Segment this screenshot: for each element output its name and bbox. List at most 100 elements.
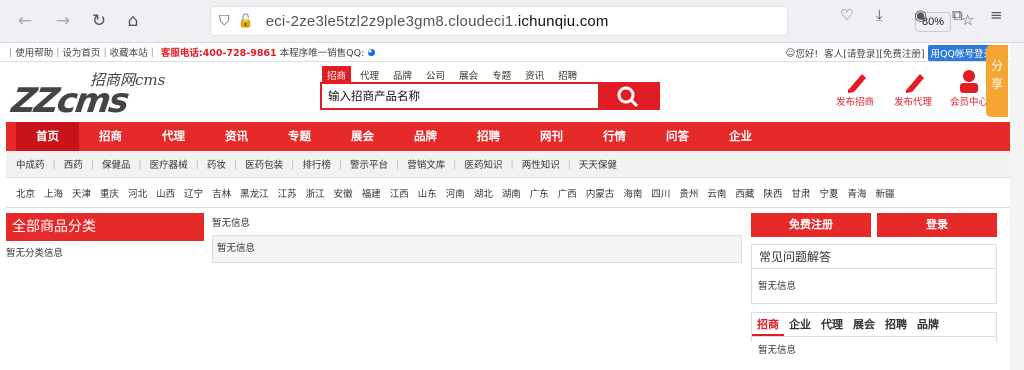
region-link[interactable]: 内蒙古 — [586, 186, 615, 200]
region-link[interactable]: 湖南 — [502, 186, 521, 200]
region-link[interactable]: 山东 — [418, 186, 437, 200]
category-empty: 暂无分类信息 — [6, 248, 64, 259]
url-text: eci-2ze3le5tzl2z9ple3gm8.cloudeci1.ichun… — [265, 12, 609, 30]
nav-item[interactable]: 代理 — [142, 122, 205, 151]
subnav-item[interactable]: 中成药 — [16, 157, 45, 171]
region-link[interactable]: 黑龙江 — [240, 186, 269, 200]
subnav-item[interactable]: 保健品 — [102, 157, 131, 171]
login-link[interactable]: [请登录] — [843, 46, 879, 60]
region-link[interactable]: 宁夏 — [819, 186, 838, 200]
qq-icon[interactable]: ◕ — [367, 47, 375, 58]
download-icon[interactable]: ⤓ — [876, 6, 883, 24]
nav-item[interactable]: 招聘 — [457, 122, 520, 151]
info-tab[interactable]: 展会 — [848, 313, 880, 336]
region-link[interactable]: 西藏 — [735, 186, 754, 200]
info-tab[interactable]: 代理 — [816, 313, 848, 336]
reload-icon[interactable]: ↻ — [86, 8, 112, 34]
nav-item[interactable]: 首页 — [16, 122, 79, 151]
region-link[interactable]: 海南 — [623, 186, 642, 200]
publish-agency-button[interactable]: 发布代理 — [888, 68, 938, 108]
subnav-item[interactable]: 警示平台 — [350, 157, 388, 171]
subnav-item[interactable]: 营销文库 — [407, 157, 445, 171]
home-icon[interactable]: ⌂ — [120, 8, 146, 34]
region-link[interactable]: 福建 — [362, 186, 381, 200]
bookmark-star-icon[interactable]: ☆ — [961, 11, 974, 29]
search-box — [320, 82, 660, 110]
menu-icon[interactable]: ≡ — [990, 6, 1003, 24]
region-link[interactable]: 上海 — [44, 186, 63, 200]
nav-item[interactable]: 行情 — [583, 122, 646, 151]
nav-item[interactable]: 招商 — [79, 122, 142, 151]
account-icon[interactable]: ◉ — [914, 6, 927, 24]
region-link[interactable]: 江苏 — [278, 186, 297, 200]
subnav-item[interactable]: 两性知识 — [522, 157, 560, 171]
subnav-item[interactable]: 医疗器械 — [150, 157, 188, 171]
region-link[interactable]: 重庆 — [100, 186, 119, 200]
search-button[interactable] — [598, 84, 658, 108]
nav-item[interactable]: 专题 — [268, 122, 331, 151]
region-link[interactable]: 安徽 — [334, 186, 353, 200]
region-link[interactable]: 江西 — [390, 186, 409, 200]
sales-qq-note: 本程序唯一销售QQ: — [279, 48, 365, 59]
set-home-link[interactable]: 设为首页 — [62, 45, 100, 59]
free-register-button[interactable]: 免费注册 — [751, 213, 871, 237]
subnav-item[interactable]: 西药 — [64, 157, 83, 171]
sub-nav: 中成药 | 西药 | 保健品 | 医疗器械 | 药妆 | 医药包装 | 排行榜 | 警示平台 |… — [6, 151, 1018, 178]
share-button[interactable]: 分享 — [986, 45, 1008, 117]
nav-item[interactable]: 问答 — [646, 122, 709, 151]
region-link[interactable]: 四川 — [651, 186, 670, 200]
region-link[interactable]: 河南 — [446, 186, 465, 200]
subnav-item[interactable]: 排行榜 — [302, 157, 331, 171]
region-link[interactable]: 浙江 — [306, 186, 325, 200]
region-link[interactable]: 云南 — [707, 186, 726, 200]
back-icon[interactable]: ← — [12, 8, 38, 34]
region-link[interactable]: 北京 — [16, 186, 35, 200]
region-link[interactable]: 青海 — [847, 186, 866, 200]
search-input[interactable] — [322, 84, 598, 108]
logo-text: ZZcms — [9, 81, 130, 121]
faq-title: 常见问题解答 — [752, 245, 996, 269]
region-link[interactable]: 吉林 — [212, 186, 231, 200]
nav-item[interactable]: 展会 — [331, 122, 394, 151]
main-nav: 首页 招商 代理 资讯 专题 展会 品牌 招聘 网刊 行情 问答 企业 — [6, 122, 1018, 151]
region-link[interactable]: 广东 — [530, 186, 549, 200]
login-button[interactable]: 登录 — [877, 213, 997, 237]
region-link[interactable]: 辽宁 — [184, 186, 203, 200]
pocket-icon[interactable]: ♡ — [840, 6, 853, 24]
site-header: 招商网cms ZZcms 招商 代理 品牌 公司 展会 专题 资讯 招聘 发布招… — [0, 62, 1024, 122]
scrollbar[interactable] — [1010, 43, 1024, 370]
site-logo[interactable]: 招商网cms ZZcms — [9, 71, 182, 121]
subnav-item[interactable]: 药妆 — [207, 157, 226, 171]
info-tabs-panel: 招商 企业 代理 展会 招聘 品牌 暂无信息 — [751, 312, 997, 356]
faq-empty: 暂无信息 — [758, 281, 797, 292]
nav-item[interactable]: 品牌 — [394, 122, 457, 151]
nav-item[interactable]: 企业 — [709, 122, 772, 151]
region-link[interactable]: 河北 — [128, 186, 147, 200]
forward-icon[interactable]: → — [50, 8, 76, 34]
info-tab[interactable]: 招商 — [752, 313, 784, 336]
region-link[interactable]: 新疆 — [875, 186, 894, 200]
region-link[interactable]: 山西 — [156, 186, 175, 200]
region-link[interactable]: 陕西 — [763, 186, 782, 200]
favorite-link[interactable]: 收藏本站 — [110, 45, 148, 59]
middle-empty-top: 暂无信息 — [212, 218, 251, 229]
info-tab[interactable]: 企业 — [784, 313, 816, 336]
info-tab[interactable]: 招聘 — [880, 313, 912, 336]
publish-investment-button[interactable]: 发布招商 — [830, 68, 880, 108]
nav-item[interactable]: 网刊 — [520, 122, 583, 151]
region-link[interactable]: 广西 — [558, 186, 577, 200]
address-bar[interactable]: ⛉ 🔓 eci-2ze3le5tzl2z9ple3gm8.cloudeci1.i… — [210, 6, 974, 36]
subnav-item[interactable]: 医药知识 — [464, 157, 502, 171]
info-tab[interactable]: 品牌 — [912, 313, 944, 336]
help-link[interactable]: 使用帮助 — [15, 45, 53, 59]
register-link[interactable]: [免费注册] — [879, 46, 924, 60]
extensions-icon[interactable]: ⧉ — [952, 6, 963, 24]
region-link[interactable]: 天津 — [72, 186, 91, 200]
nav-item[interactable]: 资讯 — [205, 122, 268, 151]
region-list: 北京 上海 天津 重庆 河北 山西 辽宁 吉林 黑龙江 江苏 浙江 安徽 福建 … — [6, 178, 1018, 208]
subnav-item[interactable]: 天天保健 — [579, 157, 617, 171]
region-link[interactable]: 甘肃 — [791, 186, 810, 200]
region-link[interactable]: 贵州 — [679, 186, 698, 200]
subnav-item[interactable]: 医药包装 — [245, 157, 283, 171]
region-link[interactable]: 湖北 — [474, 186, 493, 200]
